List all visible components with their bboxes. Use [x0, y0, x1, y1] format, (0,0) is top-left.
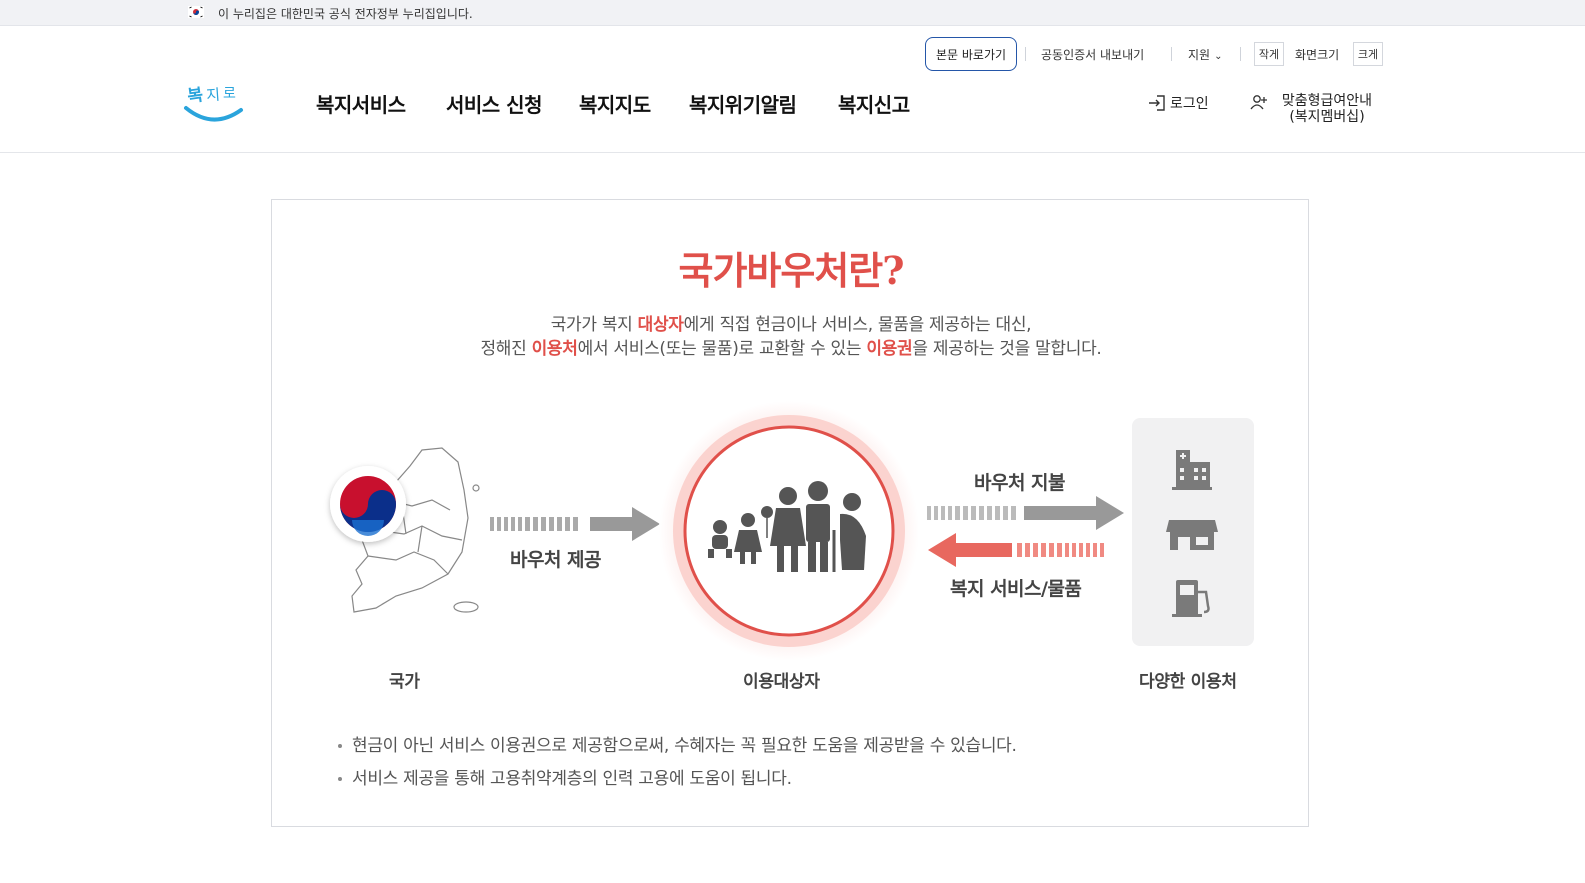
divider	[1240, 47, 1241, 61]
login-icon	[1149, 95, 1165, 111]
bullet-icon	[338, 744, 342, 748]
bokjiro-logo-icon: 복 지 로	[184, 85, 243, 122]
welfare-goods-arrow	[928, 533, 1104, 567]
taegeuk-emblem-icon	[330, 466, 406, 542]
gnb-welfare-crisis-alert[interactable]: 복지위기알림	[689, 89, 797, 118]
gov-banner: 이 누리집은 대한민국 공식 전자정부 누리집입니다.	[0, 0, 1585, 26]
voucher-info-panel: 국가바우처란? 국가가 복지 대상자에게 직접 현금이나 서비스, 물품을 제공…	[271, 199, 1309, 827]
support-dropdown[interactable]: 지원 ⌄	[1188, 46, 1222, 63]
svg-text:복: 복	[186, 85, 205, 107]
voucher-pay-arrow	[927, 496, 1124, 530]
note-item: 서비스 제공을 통해 고용취약계층의 인력 고용에 도움이 됩니다.	[338, 764, 792, 789]
cert-export-link[interactable]: 공동인증서 내보내기	[1041, 46, 1144, 63]
chevron-down-icon: ⌄	[1214, 51, 1223, 62]
header-divider	[0, 152, 1585, 153]
skip-to-content-button[interactable]: 본문 바로가기	[925, 37, 1017, 71]
gnb-welfare-report[interactable]: 복지신고	[838, 89, 910, 118]
voucher-provide-arrow	[490, 507, 660, 541]
gnb-welfare-map[interactable]: 복지지도	[579, 89, 651, 118]
caption-providers: 다양한 이용처	[1139, 672, 1237, 692]
divider	[1171, 47, 1172, 61]
support-label: 지원	[1188, 48, 1211, 62]
user-plus-icon	[1250, 95, 1267, 110]
gnb-welfare-services[interactable]: 복지서비스	[316, 89, 406, 118]
voucher-pay-label: 바우처 지불	[974, 472, 1066, 494]
svg-text:로: 로	[223, 86, 236, 102]
voucher-provide-label: 바우처 제공	[510, 549, 602, 571]
login-button[interactable]: 로그인	[1148, 93, 1209, 113]
divider	[1025, 47, 1026, 61]
bullet-icon	[338, 777, 342, 781]
korea-flag-icon	[188, 6, 204, 18]
bokjiro-logo[interactable]: 복 지 로	[183, 72, 245, 128]
caption-nation: 국가	[389, 672, 420, 692]
store-icon	[1166, 520, 1218, 550]
note-text: 현금이 아닌 서비스 이용권으로 제공함으로써, 수혜자는 꼭 필요한 도움을 …	[352, 736, 1017, 756]
member-label-line2: (복지멤버십)	[1289, 109, 1365, 125]
font-smaller-button[interactable]: 작게	[1254, 42, 1284, 66]
gnb-service-apply[interactable]: 서비스 신청	[446, 89, 542, 118]
login-label: 로그인	[1170, 96, 1209, 112]
gov-banner-text: 이 누리집은 대한민국 공식 전자정부 누리집입니다.	[218, 7, 473, 21]
welfare-goods-label: 복지 서비스/물품	[950, 578, 1082, 600]
member-label-line1: 맞춤형급여안내	[1281, 93, 1373, 109]
screen-size-label: 화면크기	[1295, 48, 1340, 62]
caption-recipient: 이용대상자	[743, 672, 820, 692]
note-text: 서비스 제공을 통해 고용취약계층의 인력 고용에 도움이 됩니다.	[352, 769, 792, 789]
svg-text:지: 지	[206, 86, 221, 105]
note-item: 현금이 아닌 서비스 이용권으로 제공함으로써, 수혜자는 꼭 필요한 도움을 …	[338, 731, 1017, 756]
font-larger-button[interactable]: 크게	[1353, 42, 1383, 66]
